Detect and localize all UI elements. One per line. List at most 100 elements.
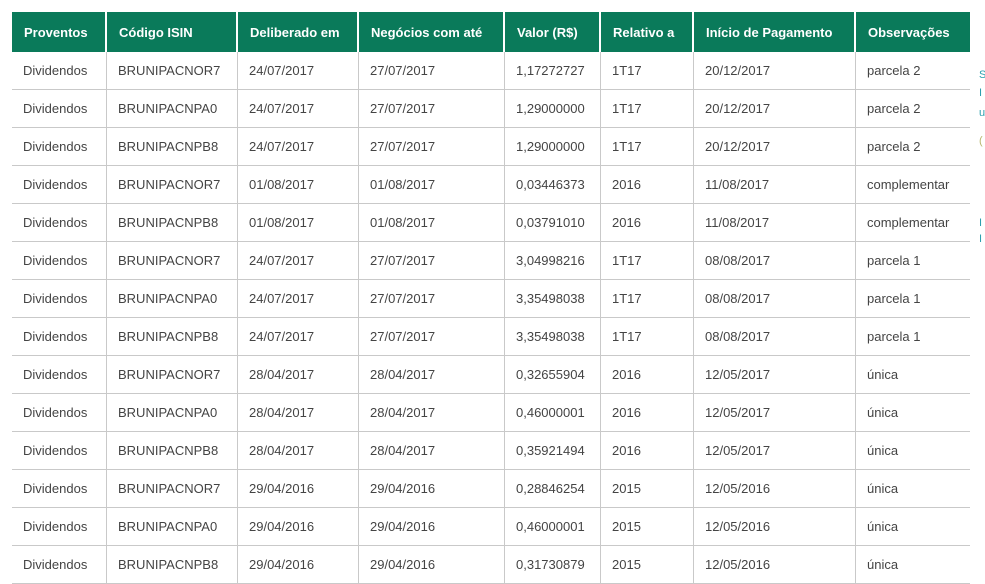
table-header: Proventos Código ISIN Deliberado em Negó… xyxy=(12,12,970,52)
cell-deliberado-em: 24/07/2017 xyxy=(238,128,359,166)
cell-inicio-pagamento: 12/05/2016 xyxy=(694,508,856,546)
cell-relativo-a: 2015 xyxy=(601,508,694,546)
cell-negocios-com-ate: 28/04/2017 xyxy=(359,432,505,470)
cell-inicio-pagamento: 20/12/2017 xyxy=(694,52,856,90)
cell-proventos: Dividendos xyxy=(12,432,107,470)
cell-observacoes: complementar xyxy=(856,204,970,242)
cell-inicio-pagamento: 12/05/2016 xyxy=(694,470,856,508)
partial-letter-glyph: I xyxy=(979,218,983,229)
cell-proventos: Dividendos xyxy=(12,166,107,204)
cell-deliberado-em: 01/08/2017 xyxy=(238,166,359,204)
cell-deliberado-em: 29/04/2016 xyxy=(238,470,359,508)
cell-valor: 3,35498038 xyxy=(505,318,601,356)
cell-relativo-a: 1T17 xyxy=(601,280,694,318)
cell-observacoes: única xyxy=(856,356,970,394)
cell-codigo-isin: BRUNIPACNOR7 xyxy=(107,166,238,204)
cell-relativo-a: 2015 xyxy=(601,546,694,584)
cell-proventos: Dividendos xyxy=(12,318,107,356)
cell-observacoes: parcela 2 xyxy=(856,128,970,166)
cell-inicio-pagamento: 20/12/2017 xyxy=(694,90,856,128)
header-row: Proventos Código ISIN Deliberado em Negó… xyxy=(12,12,970,52)
cell-relativo-a: 1T17 xyxy=(601,242,694,280)
cell-observacoes: parcela 1 xyxy=(856,280,970,318)
cell-valor: 3,35498038 xyxy=(505,280,601,318)
cell-observacoes: complementar xyxy=(856,166,970,204)
cell-relativo-a: 2016 xyxy=(601,204,694,242)
cell-inicio-pagamento: 08/08/2017 xyxy=(694,318,856,356)
cell-deliberado-em: 24/07/2017 xyxy=(238,318,359,356)
partial-letter-glyph: ( xyxy=(979,136,983,147)
table-row: Dividendos BRUNIPACNPB8 24/07/2017 27/07/20… xyxy=(12,128,970,166)
table-row: Dividendos BRUNIPACNPB8 29/04/2016 29/04/20… xyxy=(12,546,970,584)
cell-codigo-isin: BRUNIPACNOR7 xyxy=(107,52,238,90)
cell-inicio-pagamento: 08/08/2017 xyxy=(694,242,856,280)
cell-inicio-pagamento: 12/05/2017 xyxy=(694,356,856,394)
cell-negocios-com-ate: 01/08/2017 xyxy=(359,204,505,242)
cell-codigo-isin: BRUNIPACNPB8 xyxy=(107,318,238,356)
cell-relativo-a: 1T17 xyxy=(601,90,694,128)
cell-codigo-isin: BRUNIPACNPB8 xyxy=(107,204,238,242)
cell-proventos: Dividendos xyxy=(12,204,107,242)
cell-inicio-pagamento: 12/05/2017 xyxy=(694,432,856,470)
cell-codigo-isin: BRUNIPACNOR7 xyxy=(107,470,238,508)
partial-letter-glyph: I xyxy=(979,88,983,99)
cell-valor: 1,29000000 xyxy=(505,128,601,166)
cell-inicio-pagamento: 12/05/2017 xyxy=(694,394,856,432)
cell-observacoes: única xyxy=(856,546,970,584)
cell-negocios-com-ate: 28/04/2017 xyxy=(359,394,505,432)
cell-negocios-com-ate: 28/04/2017 xyxy=(359,356,505,394)
cell-observacoes: parcela 1 xyxy=(856,242,970,280)
cell-deliberado-em: 28/04/2017 xyxy=(238,356,359,394)
cell-proventos: Dividendos xyxy=(12,508,107,546)
cell-deliberado-em: 29/04/2016 xyxy=(238,508,359,546)
cell-codigo-isin: BRUNIPACNOR7 xyxy=(107,242,238,280)
cell-deliberado-em: 24/07/2017 xyxy=(238,280,359,318)
cell-codigo-isin: BRUNIPACNPB8 xyxy=(107,128,238,166)
table-row: Dividendos BRUNIPACNPA0 24/07/2017 27/07/20… xyxy=(12,90,970,128)
cell-observacoes: única xyxy=(856,432,970,470)
table-row: Dividendos BRUNIPACNPB8 01/08/2017 01/08/20… xyxy=(12,204,970,242)
header-proventos: Proventos xyxy=(12,12,107,52)
cell-observacoes: única xyxy=(856,394,970,432)
cell-deliberado-em: 29/04/2016 xyxy=(238,546,359,584)
cell-deliberado-em: 24/07/2017 xyxy=(238,90,359,128)
cell-relativo-a: 1T17 xyxy=(601,52,694,90)
cell-proventos: Dividendos xyxy=(12,394,107,432)
cell-codigo-isin: BRUNIPACNPA0 xyxy=(107,508,238,546)
partial-letter-glyph: I xyxy=(979,234,983,245)
cell-negocios-com-ate: 27/07/2017 xyxy=(359,318,505,356)
cell-deliberado-em: 28/04/2017 xyxy=(238,394,359,432)
header-relativo-a: Relativo a xyxy=(601,12,694,52)
table-row: Dividendos BRUNIPACNOR7 28/04/2017 28/04/20… xyxy=(12,356,970,394)
cell-proventos: Dividendos xyxy=(12,242,107,280)
cell-negocios-com-ate: 27/07/2017 xyxy=(359,242,505,280)
partial-letter-glyph: S xyxy=(979,70,985,81)
cell-relativo-a: 1T17 xyxy=(601,318,694,356)
cell-valor: 0,32655904 xyxy=(505,356,601,394)
cell-valor: 0,03446373 xyxy=(505,166,601,204)
cell-observacoes: parcela 2 xyxy=(856,52,970,90)
cell-relativo-a: 2016 xyxy=(601,432,694,470)
cell-negocios-com-ate: 01/08/2017 xyxy=(359,166,505,204)
cell-deliberado-em: 24/07/2017 xyxy=(238,242,359,280)
cell-proventos: Dividendos xyxy=(12,470,107,508)
cell-negocios-com-ate: 27/07/2017 xyxy=(359,280,505,318)
cell-observacoes: única xyxy=(856,508,970,546)
cell-negocios-com-ate: 29/04/2016 xyxy=(359,546,505,584)
cell-inicio-pagamento: 11/08/2017 xyxy=(694,204,856,242)
table-body: Dividendos BRUNIPACNOR7 24/07/2017 27/07/20… xyxy=(12,52,970,584)
cell-codigo-isin: BRUNIPACNPB8 xyxy=(107,546,238,584)
cell-valor: 0,46000001 xyxy=(505,508,601,546)
header-deliberado-em: Deliberado em xyxy=(238,12,359,52)
cell-negocios-com-ate: 29/04/2016 xyxy=(359,470,505,508)
cell-codigo-isin: BRUNIPACNOR7 xyxy=(107,356,238,394)
cell-relativo-a: 2015 xyxy=(601,470,694,508)
cell-valor: 0,03791010 xyxy=(505,204,601,242)
table-row: Dividendos BRUNIPACNPB8 28/04/2017 28/04/20… xyxy=(12,432,970,470)
cell-valor: 0,35921494 xyxy=(505,432,601,470)
cell-deliberado-em: 01/08/2017 xyxy=(238,204,359,242)
cell-codigo-isin: BRUNIPACNPA0 xyxy=(107,90,238,128)
cell-codigo-isin: BRUNIPACNPA0 xyxy=(107,280,238,318)
cell-deliberado-em: 28/04/2017 xyxy=(238,432,359,470)
cell-proventos: Dividendos xyxy=(12,90,107,128)
